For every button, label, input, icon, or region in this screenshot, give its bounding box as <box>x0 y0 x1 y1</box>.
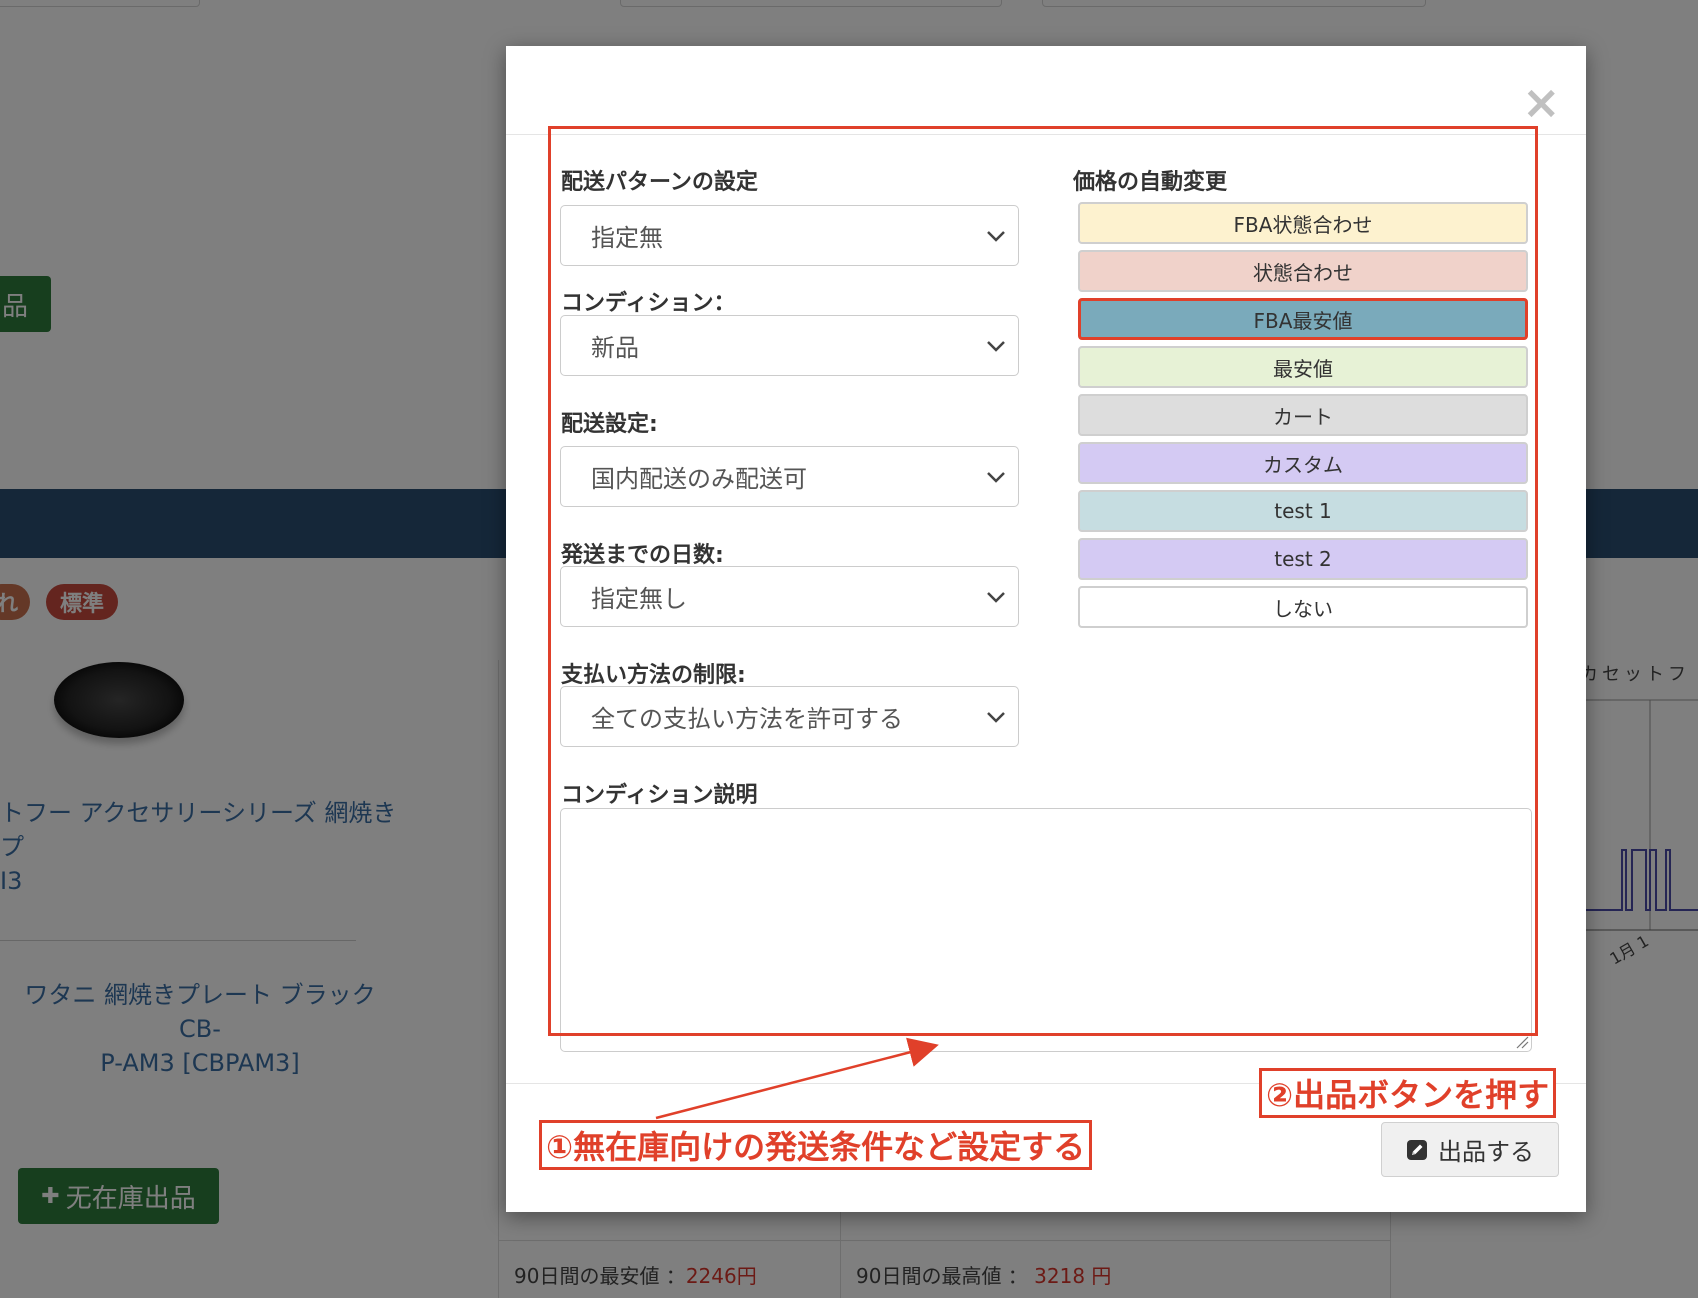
submit-listing-button[interactable]: 出品する <box>1381 1122 1559 1177</box>
annotation-highlight-box <box>548 126 1538 1036</box>
annotation-step1-label: ①無在庫向けの発送条件など設定する <box>539 1120 1093 1170</box>
close-icon[interactable]: × <box>1522 79 1561 125</box>
edit-icon <box>1407 1139 1427 1160</box>
annotation-step2-label: ②出品ボタンを押す <box>1259 1068 1557 1118</box>
submit-listing-button-label: 出品する <box>1438 1138 1534 1166</box>
listing-modal: × 配送パターンの設定 指定無 コンディション： 新品 配送設定: 国内配送のみ… <box>506 46 1586 1212</box>
